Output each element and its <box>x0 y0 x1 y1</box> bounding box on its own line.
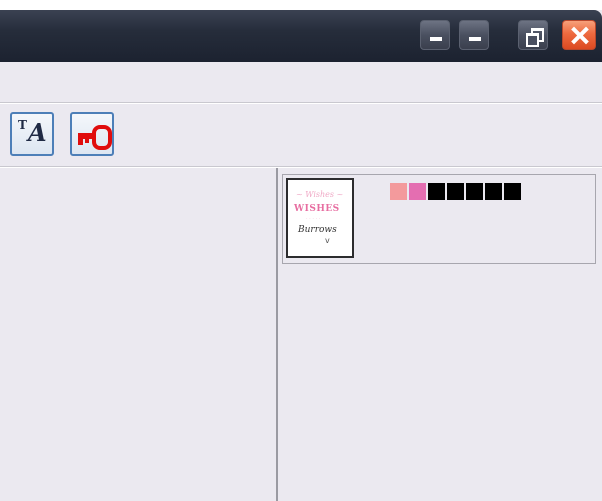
key-icon-ring <box>92 125 112 150</box>
restore-icon-front <box>526 33 539 47</box>
thumbnail-line5: v <box>325 236 330 245</box>
menu-bar <box>0 62 602 102</box>
minimize-button-1[interactable] <box>420 20 450 50</box>
thumbnail-line1: ~ Wishes ~ <box>296 190 344 199</box>
color-swatch[interactable] <box>390 183 407 200</box>
text-format-icon: TA <box>18 118 47 147</box>
preview-header: ~ Wishes ~ WISHES · · · · · Burrows v <box>282 174 596 264</box>
application-window: TA ~ Wishes ~ WISHES · · · · · Burrows v <box>0 0 602 501</box>
thumbnail-line4: Burrows <box>298 225 337 235</box>
key-button[interactable] <box>70 112 114 156</box>
left-panel[interactable] <box>0 168 276 501</box>
design-thumbnail[interactable]: ~ Wishes ~ WISHES · · · · · Burrows v <box>286 178 354 258</box>
color-swatch[interactable] <box>485 183 502 200</box>
minimize-icon <box>430 37 442 41</box>
text-format-icon-big: A <box>27 118 47 147</box>
key-icon-tooth <box>85 133 89 143</box>
color-swatch[interactable] <box>428 183 445 200</box>
right-panel[interactable]: ~ Wishes ~ WISHES · · · · · Burrows v <box>278 168 602 501</box>
restore-button[interactable] <box>518 20 548 50</box>
thumbnail-line3: · · · · · <box>306 216 321 222</box>
color-swatch[interactable] <box>447 183 464 200</box>
minimize-button-2[interactable] <box>459 20 489 50</box>
toolbar: TA <box>0 104 602 166</box>
text-format-icon-small: T <box>18 118 27 132</box>
text-format-button[interactable]: TA <box>10 112 54 156</box>
minimize-icon <box>469 37 481 41</box>
color-swatch[interactable] <box>466 183 483 200</box>
key-icon-tooth <box>78 133 83 145</box>
color-swatch[interactable] <box>504 183 521 200</box>
title-bar[interactable] <box>0 10 602 62</box>
thumbnail-line2: WISHES <box>294 204 340 214</box>
close-button[interactable] <box>562 20 596 50</box>
color-swatch[interactable] <box>409 183 426 200</box>
color-palette <box>390 183 521 201</box>
desktop-strip <box>0 0 602 10</box>
